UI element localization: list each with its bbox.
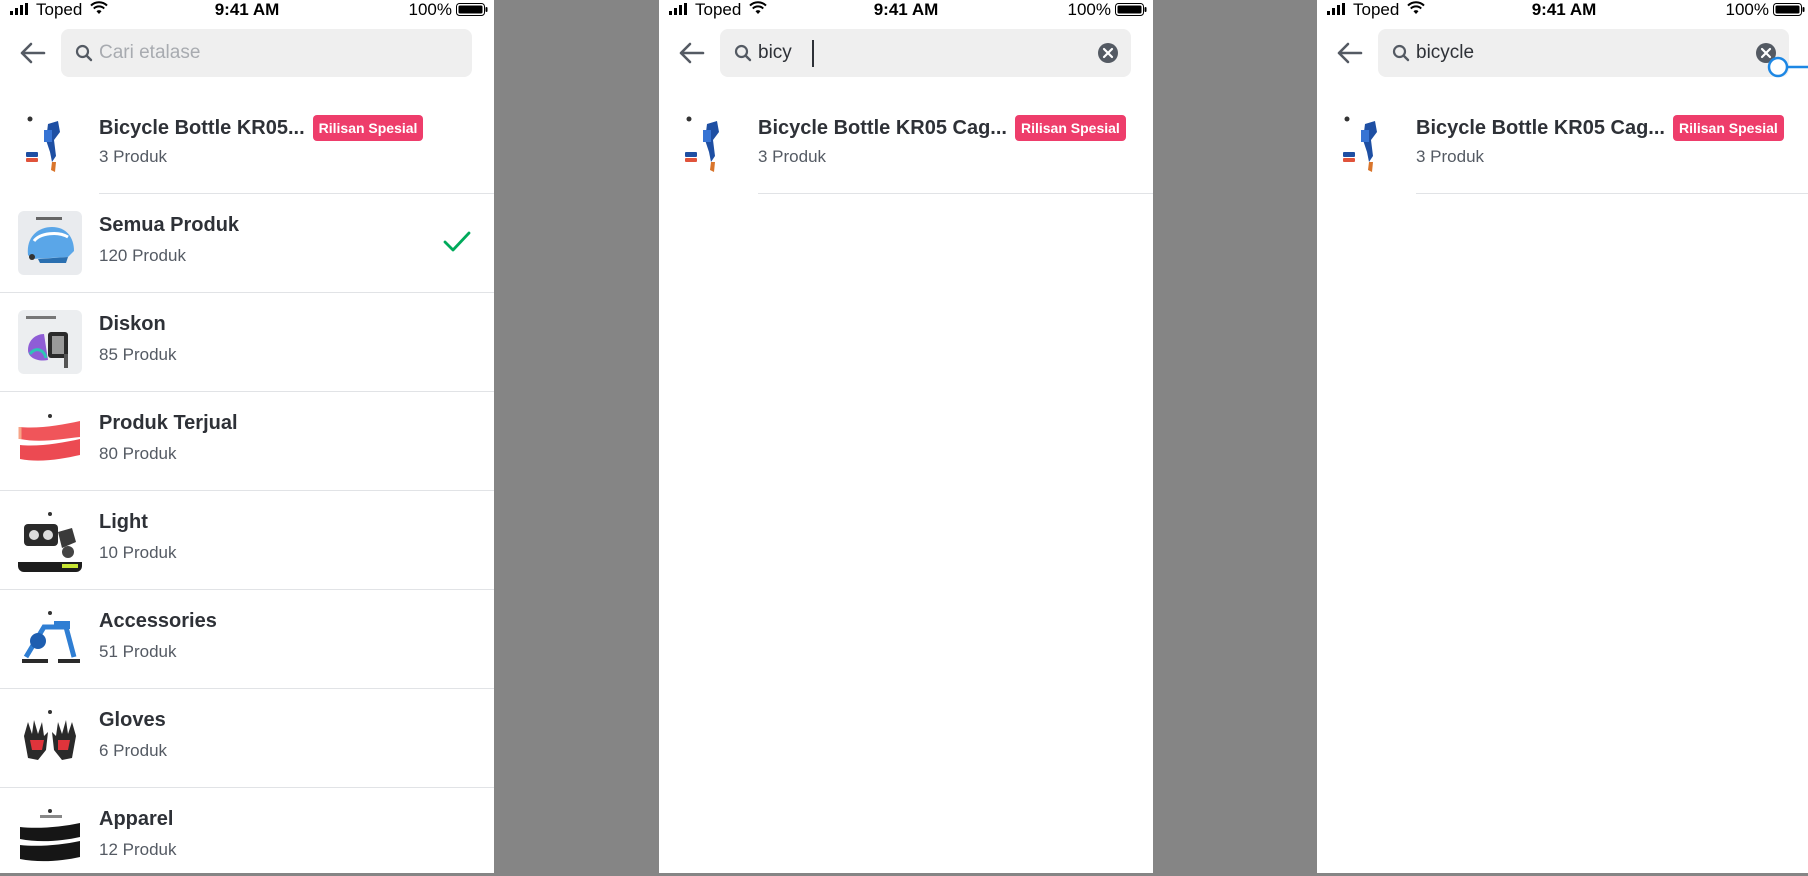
search-bar[interactable]: [720, 29, 1131, 77]
item-title: Bicycle Bottle KR05 Cag...: [758, 116, 1007, 139]
item-count: 85 Produk: [99, 345, 177, 364]
search-bar[interactable]: [1378, 29, 1789, 77]
item-title: Produk Terjual: [99, 412, 238, 434]
bottle-cage-thumbnail: [18, 112, 82, 176]
item-title: Diskon: [99, 313, 166, 335]
arrow-left-icon: [1337, 42, 1363, 64]
list-item-diskon[interactable]: Diskon 85 Produk: [0, 293, 494, 392]
arm-sleeves-black-thumbnail: [18, 805, 82, 869]
search-results-list: Bicycle Bottle KR05 Cag... Rilisan Spesi…: [1317, 95, 1808, 194]
item-count: 3 Produk: [1416, 147, 1485, 166]
item-title: Accessories: [99, 610, 217, 632]
clear-icon[interactable]: [1097, 42, 1119, 64]
helmet-thumbnail: [18, 211, 82, 275]
divider: [758, 192, 1153, 194]
arm-sleeves-red-thumbnail: [18, 409, 82, 473]
bike-light-thumbnail: [18, 508, 82, 572]
list-item-bicycle-bottle[interactable]: Bicycle Bottle KR05... Rilisan Spesial 3…: [0, 95, 494, 194]
battery-percent: 100%: [1725, 0, 1769, 19]
gloves-thumbnail: [18, 706, 82, 770]
list-item-bicycle-bottle[interactable]: Bicycle Bottle KR05 Cag... Rilisan Spesi…: [659, 95, 1153, 194]
list-item-semua-produk[interactable]: Semua Produk 120 Produk: [0, 194, 494, 293]
search-icon: [75, 44, 93, 62]
item-count: 6 Produk: [99, 741, 168, 760]
battery-percent: 100%: [408, 0, 452, 19]
status-bar: Toped 9:41 AM 100%: [659, 0, 1153, 20]
battery-icon: [456, 3, 488, 16]
drag-handle-icon[interactable]: [1766, 55, 1808, 79]
back-button[interactable]: [673, 38, 709, 68]
item-title: Light: [99, 511, 148, 533]
search-bar[interactable]: [61, 29, 472, 77]
bottle-cage-thumbnail: [677, 112, 741, 176]
checkmark-icon: [443, 231, 471, 252]
list-item-gloves[interactable]: Gloves 6 Produk: [0, 689, 494, 788]
list-item-bicycle-bottle[interactable]: Bicycle Bottle KR05 Cag... Rilisan Spesi…: [1317, 95, 1808, 194]
screen-search-typing: Toped 9:41 AM 100% Bicycle Bottle KR05 C…: [659, 0, 1153, 873]
arrow-left-icon: [679, 42, 705, 64]
item-title: Bicycle Bottle KR05 Cag...: [1416, 116, 1665, 139]
bike-trainer-thumbnail: [18, 607, 82, 671]
list-item-light[interactable]: Light 10 Produk: [0, 491, 494, 590]
search-input[interactable]: [1416, 37, 1736, 69]
rilisan-spesial-badge: Rilisan Spesial: [312, 115, 424, 141]
screen-etalase-list: Toped 9:41 AM 100% Bicycle Bottle KR05..…: [0, 0, 494, 873]
list-item-accessories[interactable]: Accessories 51 Produk: [0, 590, 494, 689]
search-results-list: Bicycle Bottle KR05 Cag... Rilisan Spesi…: [659, 95, 1153, 194]
list-item-produk-terjual[interactable]: Produk Terjual 80 Produk: [0, 392, 494, 491]
screen-search-result: Toped 9:41 AM 100% Bicycle Bottle KR05 C…: [1317, 0, 1808, 873]
pedals-thumbnail: [18, 310, 82, 374]
item-count: 3 Produk: [758, 147, 827, 166]
search-input[interactable]: [758, 37, 1078, 69]
list-item-apparel[interactable]: Apparel 12 Produk: [0, 788, 494, 873]
back-button[interactable]: [1331, 38, 1367, 68]
battery-icon: [1115, 3, 1147, 16]
status-bar: Toped 9:41 AM 100%: [0, 0, 494, 20]
item-title: Semua Produk: [99, 214, 240, 236]
item-title: Apparel: [99, 808, 174, 830]
item-title: Gloves: [99, 709, 166, 731]
text-cursor: [812, 40, 814, 67]
item-title: Bicycle Bottle KR05...: [99, 116, 305, 139]
bottle-cage-thumbnail: [1335, 112, 1399, 176]
item-count: 3 Produk: [99, 147, 168, 166]
item-count: 120 Produk: [99, 246, 186, 265]
item-count: 51 Produk: [99, 642, 177, 661]
rilisan-spesial-badge: Rilisan Spesial: [1672, 115, 1784, 141]
item-count: 80 Produk: [99, 444, 177, 463]
search-icon: [734, 44, 752, 62]
search-input[interactable]: [99, 37, 419, 69]
divider: [1416, 192, 1808, 194]
item-count: 12 Produk: [99, 840, 177, 859]
battery-percent: 100%: [1067, 0, 1111, 19]
battery-icon: [1773, 3, 1805, 16]
etalase-list: Bicycle Bottle KR05... Rilisan Spesial 3…: [0, 95, 494, 873]
status-bar: Toped 9:41 AM 100%: [1317, 0, 1808, 20]
arrow-left-icon: [20, 42, 46, 64]
item-count: 10 Produk: [99, 543, 177, 562]
search-icon: [1392, 44, 1410, 62]
rilisan-spesial-badge: Rilisan Spesial: [1014, 115, 1126, 141]
back-button[interactable]: [14, 38, 50, 68]
